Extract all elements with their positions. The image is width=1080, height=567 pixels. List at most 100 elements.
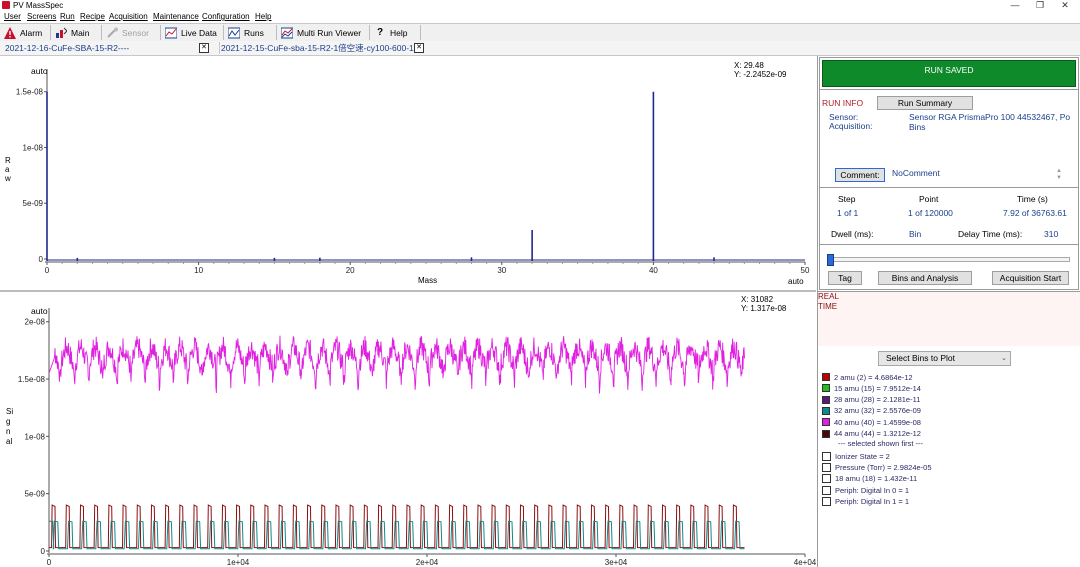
runs-label: Runs: [244, 27, 264, 38]
sensor-button[interactable]: Sensor: [102, 25, 161, 40]
bin-color-swatch[interactable]: [822, 373, 830, 381]
bin-color-swatch[interactable]: [822, 406, 830, 415]
delay-value: 310: [1044, 229, 1059, 239]
bin-option-item[interactable]: Ionizer State = 2: [822, 451, 890, 461]
bin-checkbox[interactable]: [822, 474, 831, 484]
top-cursor-x: X: 29.48: [734, 61, 764, 70]
y-tick-label: 0: [41, 547, 46, 556]
run-tab-2[interactable]: 2021-12-15-CuFe-sba-15-R2-1倍空速-cy100-600…: [219, 42, 414, 54]
y-tick-label: 5e-09: [25, 490, 46, 499]
run-summary-button[interactable]: Run Summary: [877, 96, 973, 110]
realtime-line2: TIME: [818, 302, 838, 311]
run-position-slider[interactable]: [827, 254, 1070, 266]
bin-color-swatch[interactable]: [822, 384, 830, 393]
dwell-label: Dwell (ms):: [831, 229, 874, 239]
bin-checkbox[interactable]: [822, 485, 831, 495]
close-tab-icon[interactable]: ✕: [199, 43, 209, 53]
run-tabs: 2021-12-16-CuFe-SBA-15-R2---- ✕ 2021-12-…: [0, 41, 1080, 56]
menu-screens[interactable]: Screens: [27, 11, 56, 23]
x-tick-label: 0: [47, 558, 52, 567]
bin-option-label: Pressure (Torr) = 2.9824e-05: [835, 462, 932, 472]
bin-legend-item[interactable]: 44 amu (44) = 1.3212e-12: [822, 429, 921, 439]
sensor-icon: [106, 27, 118, 39]
select-bins-dropdown[interactable]: Select Bins to Plot ⌄: [878, 351, 1011, 366]
main-label: Main: [71, 27, 90, 38]
time-value: 7.92 of 36763.61: [1003, 208, 1067, 218]
alarm-button[interactable]: Alarm: [0, 25, 51, 40]
tag-button[interactable]: Tag: [828, 271, 862, 285]
comment-button[interactable]: Comment:: [835, 168, 885, 182]
menu-acquisition[interactable]: Acquisition: [109, 11, 148, 23]
point-value: 1 of 120000: [908, 208, 953, 218]
window-title: PV MassSpec: [13, 1, 64, 10]
slider-thumb[interactable]: [827, 254, 834, 266]
sensor-label: Sensor: [122, 27, 149, 38]
bins-divider: --- selected shown first ---: [838, 439, 924, 449]
bin-color-swatch[interactable]: [822, 418, 830, 427]
menu-maintenance[interactable]: Maintenance: [153, 11, 199, 23]
bin-color-swatch[interactable]: [822, 395, 830, 404]
bin-option-item[interactable]: Periph: Digital In 1 = 1: [822, 496, 909, 506]
bins-and-analysis-button[interactable]: Bins and Analysis: [878, 271, 972, 285]
run-status-panel: RUN SAVED: [819, 57, 1079, 90]
bin-color-swatch[interactable]: [822, 429, 830, 438]
bottom-cursor-y: Y: 1.317e-08: [741, 304, 787, 313]
app-icon: [2, 1, 10, 9]
x-tick-label: 20: [346, 266, 355, 275]
runs-icon: [227, 27, 241, 39]
comment-scroll-arrows[interactable]: ▲ ▼: [1056, 168, 1062, 182]
bin-legend-item[interactable]: 40 amu (40) = 1.4599e-08: [822, 417, 921, 427]
menu-configuration[interactable]: Configuration: [202, 11, 250, 23]
close-button[interactable]: ✕: [1050, 0, 1080, 11]
realtime-panel: REAL TIME: [818, 291, 1080, 347]
multi-run-viewer-button[interactable]: Multi Run Viewer: [277, 25, 370, 40]
help-button[interactable]: ? Help: [370, 25, 421, 40]
x-tick-label: 3e+04: [605, 558, 628, 567]
bin-legend-item[interactable]: 15 amu (15) = 7.9512e-14: [822, 383, 921, 393]
live-data-label: Live Data: [181, 27, 217, 38]
bin-checkbox[interactable]: [822, 451, 831, 461]
bin-checkbox[interactable]: [822, 462, 831, 472]
bin-option-item[interactable]: Periph: Digital In 0 = 1: [822, 485, 909, 495]
select-bins-label: Select Bins to Plot: [886, 353, 955, 363]
series-line-32-amu: [49, 520, 745, 550]
bin-legend-item[interactable]: 28 amu (28) = 2.1281e-11: [822, 395, 920, 405]
bin-option-item[interactable]: Pressure (Torr) = 2.9824e-05: [822, 462, 932, 472]
close-tab-icon[interactable]: ✕: [414, 43, 424, 53]
bottom-chart-scale: auto: [31, 306, 48, 316]
x-tick-label: 10: [194, 266, 203, 275]
bin-checkbox[interactable]: [822, 496, 831, 506]
acquisition-value: Bins: [909, 122, 926, 132]
main-button[interactable]: Main: [51, 25, 102, 40]
bin-legend-item[interactable]: 32 amu (32) = 2.5576e-09: [822, 406, 921, 416]
bin-option-item[interactable]: 18 amu (18) = 1.432e-11: [822, 474, 917, 484]
dwell-value: Bin: [909, 229, 922, 239]
menu-help[interactable]: Help: [255, 11, 271, 23]
menu-recipe[interactable]: Recipe: [80, 11, 105, 23]
run-saved-banner: RUN SAVED: [822, 60, 1076, 87]
toolbar: Alarm Main Sensor Live Data Runs Multi R…: [0, 23, 1080, 43]
comment-value[interactable]: NoComment: [892, 168, 940, 178]
menu-run[interactable]: Run: [60, 11, 75, 23]
bin-legend-label: 2 amu (2) = 4.6864e-12: [834, 372, 913, 382]
bin-option-label: Ionizer State = 2: [835, 451, 890, 461]
bin-legend-item[interactable]: 2 amu (2) = 4.6864e-12: [822, 372, 913, 382]
realtime-line1: REAL: [818, 292, 839, 301]
top-ylabel: Raw: [5, 156, 11, 183]
run-tab-1[interactable]: 2021-12-16-CuFe-SBA-15-R2----: [5, 42, 129, 54]
signal-chart: 0 5e-09 1e-08 1.5e-08 2e-08 0 1e+04 2e+04 3e+04 4…: [0, 292, 816, 567]
series-line-40-amu: [48, 335, 745, 394]
acquisition-start-button[interactable]: Acquisition Start: [992, 271, 1069, 285]
acquisition-controls: Tag Bins and Analysis Acquisition Start: [819, 244, 1079, 290]
alarm-label: Alarm: [20, 27, 43, 38]
multi-run-viewer-label: Multi Run Viewer: [297, 27, 362, 38]
live-data-icon: [164, 27, 178, 39]
run-info-panel: RUN INFO Run Summary Sensor: Sensor RGA …: [819, 89, 1079, 188]
menu-bar: User Screens Run Recipe Acquisition Main…: [0, 11, 1080, 23]
mass-scan-chart: 0 5e-09 1e-08 1.5e-08 0 10 20 30 40 50 auto X: 29…: [0, 56, 816, 290]
bin-legend-label: 32 amu (32) = 2.5576e-09: [834, 406, 921, 416]
live-data-button[interactable]: Live Data: [161, 25, 224, 40]
menu-user[interactable]: User: [4, 11, 21, 23]
main-icon: [55, 27, 68, 39]
runs-button[interactable]: Runs: [224, 25, 277, 40]
